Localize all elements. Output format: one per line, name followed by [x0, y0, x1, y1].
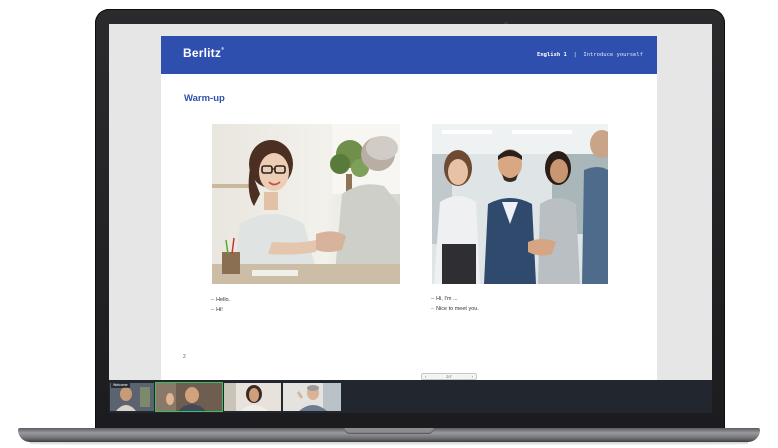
dash-marker: – — [211, 297, 215, 303]
breadcrumb-separator: | — [570, 52, 581, 58]
pager-label: 2/7 — [446, 374, 452, 379]
dialog-right: – Hi, I'm ... – Nice to meet you. — [431, 294, 479, 314]
dialog-line: – Hello. — [211, 297, 231, 303]
page-number: 2 — [183, 354, 186, 360]
dash-marker: – — [211, 307, 215, 313]
self-tile-label: Welcome — [111, 383, 130, 388]
screen: Berlitz® English 1 | Introduce yourself … — [109, 24, 712, 413]
topic-name: Introduce yourself — [583, 52, 643, 58]
section-title: Warm-up — [184, 93, 225, 104]
video-participants-strip: Welcome — [109, 380, 712, 413]
laptop-notch — [344, 428, 434, 434]
slide-pager: ‹ 2/7 › — [421, 373, 477, 380]
brand-header: Berlitz® English 1 | Introduce yourself — [161, 36, 657, 74]
group-photo-right — [432, 124, 608, 284]
handshake-photo-left — [212, 124, 400, 284]
laptop-shadow — [30, 442, 748, 446]
chevron-right-icon[interactable]: › — [472, 374, 473, 379]
dash-marker: – — [431, 306, 435, 312]
chevron-left-icon[interactable]: ‹ — [425, 374, 426, 379]
berlitz-logo: Berlitz® — [183, 46, 225, 60]
course-name: English 1 — [537, 52, 567, 58]
course-breadcrumb: English 1 | Introduce yourself — [537, 52, 643, 58]
participant-tile[interactable] — [224, 383, 281, 411]
participant-tile-self[interactable]: Welcome — [110, 383, 154, 411]
dialog-line: – Hi, I'm ... — [431, 296, 458, 302]
dialog-line: – Nice to meet you. — [431, 306, 479, 312]
dash-marker: – — [431, 296, 435, 302]
participant-tile-active[interactable] — [156, 383, 222, 411]
lesson-slide: Berlitz® English 1 | Introduce yourself … — [161, 36, 657, 382]
participant-tile[interactable] — [283, 383, 341, 411]
dialog-line: – Hi! — [211, 307, 223, 313]
dialog-left: – Hello. – Hi! — [211, 295, 230, 315]
